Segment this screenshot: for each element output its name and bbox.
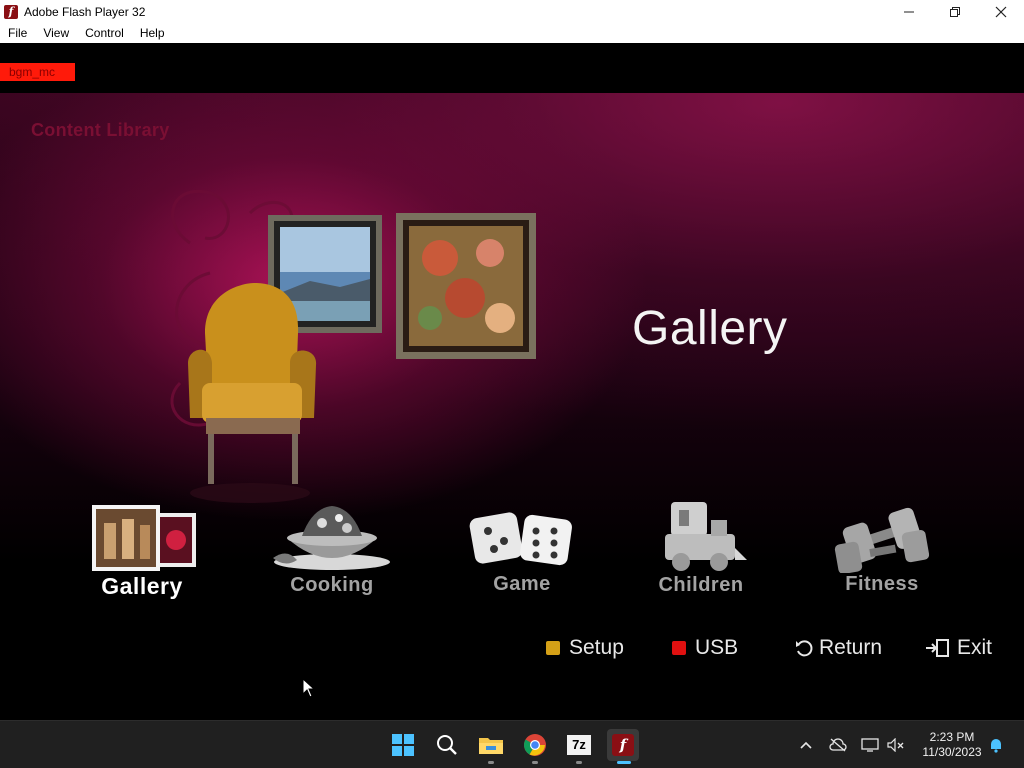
menu-file[interactable]: File — [0, 23, 35, 43]
category-game[interactable]: Game — [460, 503, 584, 596]
gallery-scene-illustration — [170, 189, 536, 503]
category-fitness[interactable]: Fitness — [826, 503, 938, 596]
highlighted-category-title: Gallery — [632, 302, 788, 355]
search-button[interactable] — [431, 729, 463, 761]
section-title: Content Library — [31, 120, 170, 140]
red-key-icon — [672, 641, 686, 655]
show-hidden-icons-button[interactable] — [796, 735, 816, 755]
exit-label: Exit — [957, 636, 993, 659]
armchair — [188, 283, 317, 503]
notifications-button[interactable] — [986, 735, 1006, 755]
network-icon — [861, 738, 879, 752]
flash-player-button[interactable]: f — [607, 729, 639, 764]
bgm-debug-label: bgm_mc — [0, 63, 75, 81]
category-children[interactable]: Children — [644, 498, 758, 597]
windows-taskbar: 7z f 2:23 PM 11/30/2023 — [0, 720, 1024, 768]
category-label-game: Game — [493, 573, 551, 595]
gallery-icon — [92, 505, 196, 571]
usb-label: USB — [695, 636, 739, 659]
menu-bar: File View Control Help — [0, 23, 1024, 43]
window-controls — [886, 0, 1024, 23]
restore-button[interactable] — [932, 0, 978, 23]
category-label-children: Children — [658, 574, 744, 596]
7zip-icon-text: 7z — [572, 737, 586, 752]
usb-control[interactable]: USB — [672, 636, 738, 660]
menu-view[interactable]: View — [35, 23, 77, 43]
setup-control[interactable]: Setup — [546, 636, 624, 660]
return-label: Return — [819, 636, 883, 659]
category-gallery[interactable]: Gallery — [82, 503, 202, 600]
category-label-cooking: Cooking — [290, 574, 374, 596]
7zip-icon: 7z — [567, 735, 591, 755]
start-button[interactable] — [387, 729, 419, 761]
running-indicator — [532, 761, 538, 764]
flash-player-app-icon: f — [4, 4, 18, 19]
start-icon — [392, 734, 414, 756]
file-explorer-icon — [479, 738, 503, 754]
dumbbell-icon — [834, 507, 930, 573]
menu-help[interactable]: Help — [132, 23, 173, 43]
mouse-cursor-icon — [302, 678, 316, 698]
network-button[interactable] — [860, 735, 880, 755]
speaker-muted-icon — [887, 738, 904, 752]
chevron-up-icon — [800, 741, 812, 749]
setup-label: Setup — [569, 636, 624, 659]
cooking-icon — [273, 506, 390, 570]
chrome-icon — [524, 734, 546, 756]
minimize-button[interactable] — [886, 0, 932, 23]
category-label-gallery: Gallery — [101, 573, 183, 599]
active-window-indicator — [617, 761, 631, 764]
file-explorer-button[interactable] — [475, 729, 507, 764]
toy-train-icon — [665, 502, 747, 571]
flash-stage[interactable]: bgm_mc Content Library Gallery Gallery C… — [0, 43, 1024, 720]
cloud-status-button[interactable] — [828, 735, 848, 755]
window-title: Adobe Flash Player 32 — [24, 4, 146, 19]
floral-picture — [396, 213, 536, 359]
chrome-button[interactable] — [519, 729, 551, 764]
dice-icon — [469, 512, 572, 566]
7zip-button[interactable]: 7z — [563, 729, 595, 764]
running-indicator — [576, 761, 582, 764]
clock-date: 11/30/2023 — [922, 745, 982, 759]
category-label-fitness: Fitness — [845, 573, 919, 595]
return-icon — [796, 640, 813, 657]
category-cooking[interactable]: Cooking — [262, 498, 402, 597]
bell-icon — [991, 739, 1001, 753]
return-control[interactable]: Return — [794, 636, 882, 660]
yellow-key-icon — [546, 641, 560, 655]
clock-time: 2:23 PM — [929, 730, 975, 744]
flash-player-icon: f — [612, 734, 634, 756]
volume-button[interactable] — [886, 735, 906, 755]
menu-control[interactable]: Control — [77, 23, 132, 43]
search-icon — [437, 735, 457, 755]
title-bar: f Adobe Flash Player 32 — [0, 0, 1024, 23]
cloud-off-icon — [829, 738, 847, 752]
exit-control[interactable]: Exit — [925, 636, 992, 660]
system-clock[interactable]: 2:23 PM 11/30/2023 — [912, 730, 992, 760]
exit-icon — [926, 639, 949, 657]
close-button[interactable] — [978, 0, 1024, 23]
running-indicator — [488, 761, 494, 764]
